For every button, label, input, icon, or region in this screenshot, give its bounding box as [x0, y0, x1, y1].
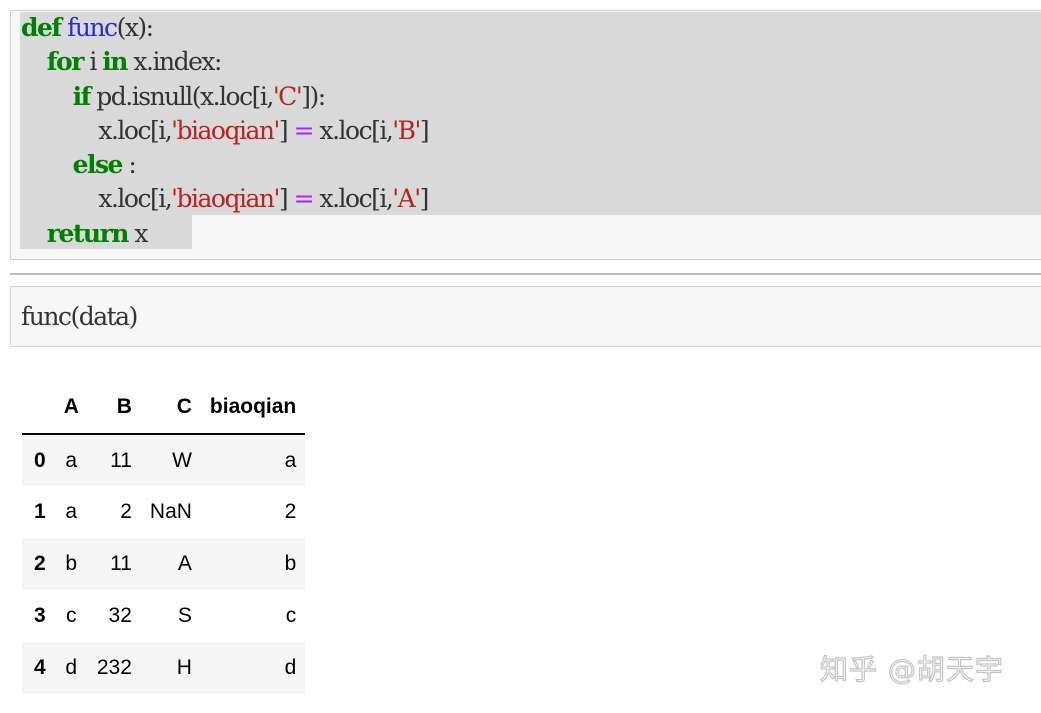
cell-a: a — [65, 448, 78, 472]
cell-b: 232 — [96, 656, 132, 679]
code-token: ] — [278, 184, 294, 214]
table-row: 0 a 11 W a — [22, 434, 306, 486]
dataframe-output-table: A B C biaoqian 0 a 11 W a 1 a 2 NaN 2 2 … — [22, 381, 306, 694]
code-token: 'A' — [392, 184, 421, 214]
code-token: x.index: — [126, 47, 222, 77]
cell-a: b — [65, 552, 78, 575]
zhihu-watermark: 知乎 @胡天宇 — [819, 652, 1004, 686]
code-line: x.loc[i,'biaoqian'] = x.loc[i,'A'] — [21, 182, 430, 216]
code-token: ] — [278, 115, 294, 145]
cell-biaoqian: b — [284, 552, 297, 575]
code-token: if — [72, 81, 92, 111]
code-token: def — [21, 13, 62, 42]
code-token: x.loc[i, — [21, 115, 172, 145]
header-col-biaoqian: biaoqian — [200, 381, 306, 435]
code-editor-func-call[interactable]: func(data) — [21, 287, 138, 346]
code-token: 'biaoqian' — [171, 184, 280, 214]
code-token: = — [293, 115, 315, 145]
cell-biaoqian: a — [284, 448, 297, 472]
table-row: 1 a 2 NaN 2 — [22, 486, 305, 538]
code-line: x.loc[i,'biaoqian'] = x.loc[i,'B'] — [21, 114, 430, 148]
cell-b: 11 — [110, 448, 132, 472]
code-token: ] — [419, 115, 430, 145]
header-index — [22, 381, 55, 435]
code-token: x.loc[i, — [313, 184, 393, 214]
cell-c: W — [172, 448, 192, 472]
row-index: 4 — [34, 656, 46, 679]
code-token: for — [46, 47, 85, 77]
code-token: else — [72, 150, 124, 180]
code-token: : — [121, 150, 136, 180]
code-token: 'B' — [392, 115, 421, 145]
row-index: 1 — [34, 500, 46, 523]
notebook-page: def func(x): for i in x.index: if pd.isn… — [0, 0, 1041, 713]
code-token: x — [127, 218, 148, 248]
code-cell-func-definition[interactable]: def func(x): for i in x.index: if pd.isn… — [10, 10, 1041, 260]
cell-biaoqian: d — [284, 656, 297, 679]
code-token: i — [82, 47, 103, 77]
code-line: def func(x): — [21, 11, 428, 45]
code-token: in — [102, 47, 128, 77]
code-editor[interactable]: def func(x): for i in x.index: if pd.isn… — [21, 11, 430, 251]
cell-a: a — [65, 500, 78, 523]
row-index: 3 — [34, 604, 46, 627]
code-token: ]): — [301, 81, 326, 111]
cell-c: H — [176, 656, 192, 679]
header-col-a: A — [54, 381, 88, 435]
header-col-c: C — [140, 381, 201, 435]
code-line: else : — [21, 148, 428, 182]
cell-b: 11 — [110, 552, 132, 575]
code-token: pd.isnull(x.loc[i, — [89, 81, 274, 111]
row-index: 0 — [34, 448, 46, 472]
header-col-b: B — [87, 381, 141, 435]
cell-b: 2 — [120, 500, 132, 523]
code-token: = — [293, 184, 315, 214]
code-token: 'biaoqian' — [171, 115, 280, 145]
code-line: return x — [21, 217, 428, 251]
code-cell-func-call[interactable]: func(data) — [10, 286, 1041, 347]
table-row: 3 c 32 S c — [22, 590, 305, 642]
cell-c: A — [177, 552, 192, 575]
table-header-row: A B C biaoqian — [22, 381, 306, 435]
code-token: x.loc[i, — [313, 115, 393, 145]
code-token: 'C' — [272, 81, 303, 111]
code-token: x.loc[i, — [21, 184, 172, 214]
table-row: 2 b 11 A b — [22, 538, 306, 590]
code-token: ] — [419, 184, 430, 214]
table-row: 4 d 232 H d — [22, 642, 306, 694]
cell-divider — [10, 273, 1041, 275]
row-index: 2 — [34, 552, 46, 575]
cell-b: 32 — [108, 604, 132, 627]
cell-a: d — [65, 656, 78, 679]
cell-biaoqian: c — [285, 604, 297, 627]
code-token: (x): — [116, 13, 155, 42]
cell-biaoqian: 2 — [284, 500, 297, 523]
code-token: return — [46, 218, 130, 248]
cell-c: S — [177, 604, 192, 627]
code-token: func — [67, 13, 118, 42]
cell-a: c — [66, 604, 77, 627]
code-line: if pd.isnull(x.loc[i,'C']): — [21, 80, 428, 114]
code-line: for i in x.index: — [21, 45, 428, 79]
cell-c: NaN — [149, 500, 192, 523]
